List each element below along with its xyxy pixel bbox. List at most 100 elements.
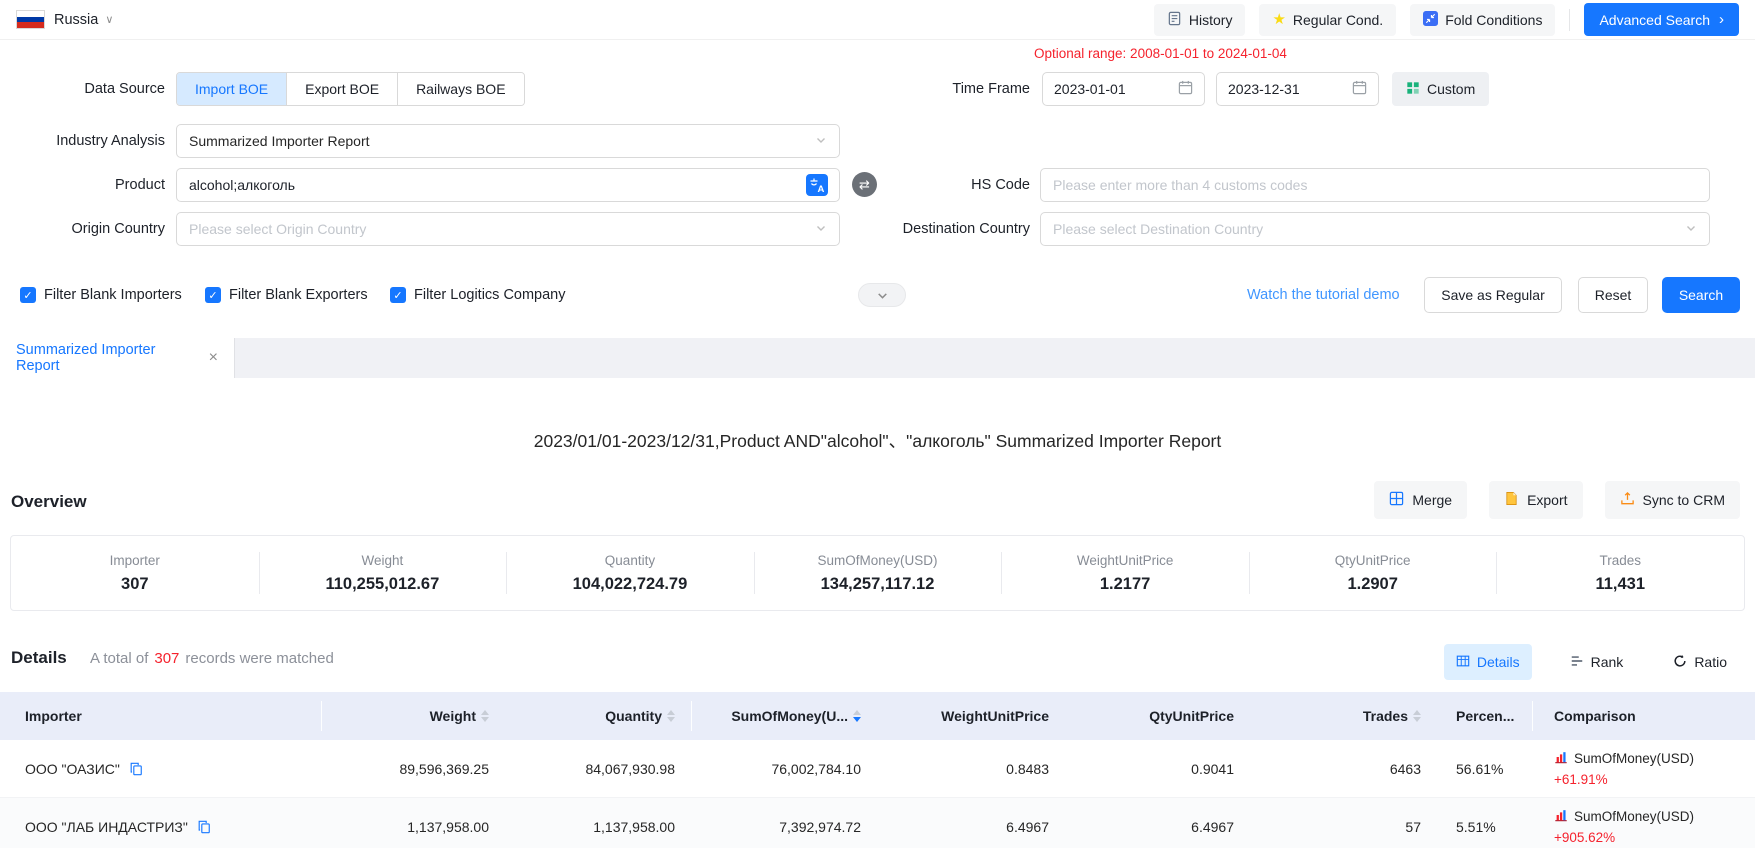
column-header-sum-of-money[interactable]: SumOfMoney(U... <box>691 692 877 740</box>
save-as-regular-button[interactable]: Save as Regular <box>1424 277 1562 313</box>
reset-button[interactable]: Reset <box>1578 277 1648 313</box>
export-button[interactable]: Export <box>1489 481 1582 519</box>
sync-icon <box>1620 491 1635 509</box>
details-table: Importer Weight Quantity SumOfMoney(U...… <box>0 692 1755 848</box>
weight-unit-price-value: 0.8483 <box>877 740 1065 797</box>
importer-name[interactable]: ООО "ОАЗИС" <box>25 761 120 777</box>
stat-trades: Trades 11,431 <box>1496 536 1744 610</box>
chevron-down-icon <box>815 221 827 237</box>
column-label: Trades <box>1363 708 1408 724</box>
stat-value: 1.2907 <box>1347 575 1397 594</box>
bar-chart-icon <box>1554 750 1568 767</box>
country-selector-label[interactable]: Russia <box>54 12 98 28</box>
percentage-value: 56.61% <box>1437 740 1532 797</box>
fold-conditions-label: Fold Conditions <box>1445 12 1542 28</box>
stat-label: Quantity <box>605 553 655 568</box>
filter-logistics-company-checkbox[interactable]: ✓ Filter Logitics Company <box>390 277 566 313</box>
comparison-metric: SumOfMoney(USD) <box>1574 751 1694 766</box>
divider <box>691 701 692 731</box>
custom-range-button[interactable]: Custom <box>1392 72 1489 106</box>
optional-range-note: Optional range: 2008-01-01 to 2024-01-04 <box>1034 46 1287 61</box>
sum-of-money-value: 7,392,974.72 <box>691 798 877 848</box>
data-source-tabs: Import BOE Export BOE Railways BOE <box>176 72 525 106</box>
stat-value: 104,022,724.79 <box>573 575 688 594</box>
filter-blank-exporters-checkbox[interactable]: ✓ Filter Blank Exporters <box>205 277 368 313</box>
industry-analysis-select[interactable]: Summarized Importer Report <box>176 124 840 158</box>
stat-quantity: Quantity 104,022,724.79 <box>506 536 754 610</box>
sort-carets-icon[interactable] <box>853 710 861 722</box>
column-header-trades[interactable]: Trades <box>1250 692 1437 740</box>
end-date-input[interactable]: 2023-12-31 <box>1216 72 1379 106</box>
table-row: ООО "ЛАБ ИНДАСТРИЗ" 1,137,958.00 1,137,9… <box>0 798 1755 848</box>
expand-conditions-button[interactable] <box>858 283 906 307</box>
sync-to-crm-button[interactable]: Sync to CRM <box>1605 481 1740 519</box>
view-rank-button[interactable]: Rank <box>1558 644 1636 680</box>
russia-flag-icon <box>16 10 45 29</box>
start-date-value: 2023-01-01 <box>1054 81 1126 97</box>
weight-unit-price-value: 6.4967 <box>877 798 1065 848</box>
table-icon <box>1456 654 1470 671</box>
fold-conditions-button[interactable]: Fold Conditions <box>1410 4 1555 36</box>
table-header-row: Importer Weight Quantity SumOfMoney(U...… <box>0 692 1755 740</box>
close-icon[interactable]: × <box>209 349 218 367</box>
calendar-icon <box>1352 80 1367 98</box>
divider <box>1569 9 1570 31</box>
end-date-value: 2023-12-31 <box>1228 81 1300 97</box>
merge-button[interactable]: Merge <box>1374 481 1467 519</box>
copy-icon[interactable] <box>129 762 143 776</box>
column-label: Quantity <box>605 708 662 724</box>
stat-value: 110,255,012.67 <box>325 575 439 594</box>
history-icon <box>1167 11 1182 29</box>
checkbox-label: Filter Logitics Company <box>414 287 566 303</box>
calendar-icon <box>1178 80 1193 98</box>
regular-cond-button[interactable]: ★ Regular Cond. <box>1259 4 1396 36</box>
search-button[interactable]: Search <box>1662 277 1740 313</box>
destination-country-select[interactable]: Please select Destination Country <box>1040 212 1710 246</box>
checkbox-checked-icon: ✓ <box>20 287 36 303</box>
advanced-search-button[interactable]: Advanced Search › <box>1584 3 1739 36</box>
copy-icon[interactable] <box>197 820 211 834</box>
tutorial-link[interactable]: Watch the tutorial demo <box>1247 277 1400 313</box>
tab-summarized-importer-report[interactable]: Summarized Importer Report × <box>0 338 235 378</box>
view-details-button[interactable]: Details <box>1444 644 1532 680</box>
checkbox-label: Filter Blank Exporters <box>229 287 368 303</box>
view-details-label: Details <box>1477 654 1520 670</box>
comparison-change: +905.62% <box>1554 830 1615 845</box>
history-label: History <box>1189 12 1233 28</box>
column-header-weight[interactable]: Weight <box>321 692 505 740</box>
merge-label: Merge <box>1412 492 1452 508</box>
product-label: Product <box>0 168 165 202</box>
column-header-comparison: Comparison <box>1532 692 1755 740</box>
result-tab-bar: Summarized Importer Report × <box>0 338 1755 378</box>
column-header-quantity[interactable]: Quantity <box>505 692 691 740</box>
start-date-input[interactable]: 2023-01-01 <box>1042 72 1205 106</box>
view-ratio-button[interactable]: Ratio <box>1661 644 1739 680</box>
tab-export-boe[interactable]: Export BOE <box>286 73 397 105</box>
details-total: A total of 307 records were matched <box>90 650 334 667</box>
filter-blank-importers-checkbox[interactable]: ✓ Filter Blank Importers <box>20 277 182 313</box>
sort-carets-icon[interactable] <box>667 710 675 722</box>
stat-label: Importer <box>110 553 160 568</box>
bar-chart-icon <box>1554 808 1568 825</box>
translate-icon[interactable]: A <box>806 174 828 199</box>
origin-country-select[interactable]: Please select Origin Country <box>176 212 840 246</box>
sort-carets-icon[interactable] <box>1413 710 1421 722</box>
export-file-icon <box>1504 491 1519 509</box>
product-input[interactable] <box>176 168 840 202</box>
export-label: Export <box>1527 492 1567 508</box>
tab-railways-boe[interactable]: Railways BOE <box>397 73 523 105</box>
importer-name[interactable]: ООО "ЛАБ ИНДАСТРИЗ" <box>25 819 188 835</box>
custom-grid-icon <box>1406 81 1420 98</box>
weight-value: 89,596,369.25 <box>321 740 505 797</box>
chevron-down-icon[interactable]: ∨ <box>105 13 113 26</box>
sort-carets-icon[interactable] <box>481 710 489 722</box>
hs-code-input[interactable] <box>1040 168 1710 202</box>
column-label: SumOfMoney(U... <box>731 708 848 724</box>
industry-analysis-label: Industry Analysis <box>0 124 165 158</box>
history-button[interactable]: History <box>1154 4 1246 36</box>
divider <box>1532 701 1533 731</box>
overview-actions: Merge Export Sync to CRM <box>1374 481 1740 519</box>
time-frame-label: Time Frame <box>870 72 1030 106</box>
tab-import-boe[interactable]: Import BOE <box>177 73 286 105</box>
qty-unit-price-value: 0.9041 <box>1065 740 1250 797</box>
